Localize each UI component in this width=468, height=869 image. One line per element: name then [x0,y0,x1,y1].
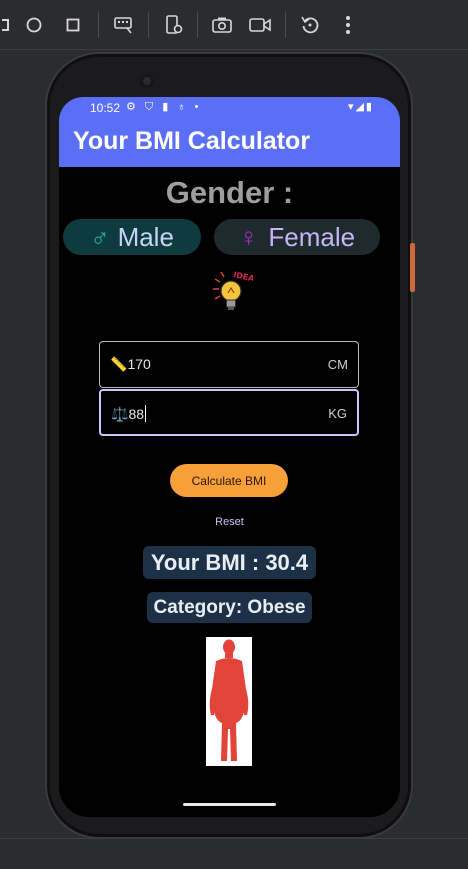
status-bar: 10:52 ⚙ ⛉ ▮ ♁ • ▾◢▮ [59,97,400,119]
reset-button[interactable]: Reset [59,516,400,528]
camera-screenshot-icon[interactable] [210,13,234,37]
gender-heading: Gender : [165,175,294,210]
status-time: 10:52 [90,101,121,115]
male-icon: ♂ [90,221,110,252]
text-cursor [145,405,147,422]
video-record-icon[interactable] [248,13,272,37]
weight-value: ⚖️88 [111,405,147,423]
more-options-icon[interactable] [336,13,360,37]
circle-home-icon[interactable] [22,13,46,37]
weight-number: 88 [128,406,145,422]
status-notification-icons: ⚙ ⛉ ▮ ♁ • [126,101,202,113]
emulator-toolbar [0,0,468,50]
weight-input[interactable]: ⚖️88 KG [99,389,359,436]
female-icon: ♀ [238,221,259,252]
front-camera [140,74,154,88]
height-value: 📏170 [110,356,151,373]
lightbulb-idea-icon: IDEA [213,270,253,310]
male-button[interactable]: ♂ Male [63,219,201,255]
power-button[interactable] [410,243,415,292]
body-figure-image [206,637,252,766]
divider [285,12,286,38]
square-icon-partial[interactable] [0,13,22,37]
female-button[interactable]: ♀ Female [214,219,380,255]
female-label: Female [268,221,356,252]
scale-icon: ⚖️ [111,406,129,422]
height-input[interactable]: 📏170 CM [99,341,359,388]
male-label: Male [117,221,174,252]
divider [197,12,198,38]
signal-battery-icons: ▾◢▮ [347,101,374,113]
home-indicator[interactable] [183,803,276,806]
keyboard-icon[interactable] [112,13,136,37]
device-settings-icon[interactable] [162,13,186,37]
ruler-icon: 📏 [110,356,128,372]
app-title: Your BMI Calculator [73,127,311,155]
app-bar: 10:52 ⚙ ⛉ ▮ ♁ • ▾◢▮ Your BMI Calculator [59,97,400,167]
device-screen: 10:52 ⚙ ⛉ ▮ ♁ • ▾◢▮ Your BMI Calculator … [59,97,400,817]
divider [0,838,468,839]
calculate-bmi-button[interactable]: Calculate BMI [170,464,288,497]
height-unit: CM [327,357,348,372]
divider [98,12,99,38]
height-number: 170 [127,356,151,372]
divider [148,12,149,38]
rotate-undo-icon[interactable] [298,13,322,37]
bmi-result: Your BMI : 30.4 [143,546,316,579]
weight-unit: KG [328,406,347,421]
overview-square-icon[interactable] [61,13,85,37]
bmi-category: Category: Obese [147,592,312,623]
